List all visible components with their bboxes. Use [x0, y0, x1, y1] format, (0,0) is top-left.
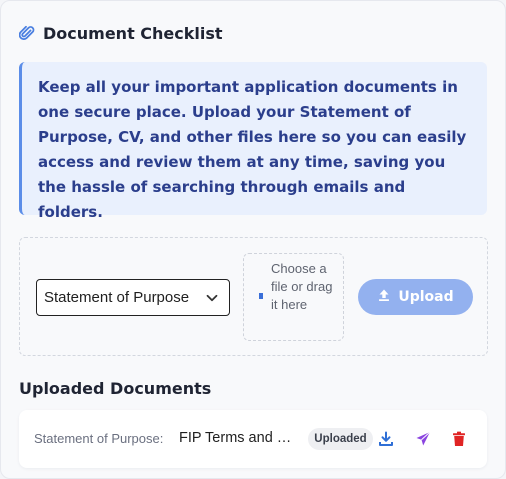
document-file-name[interactable]: FIP Terms and Conditions: [179, 430, 301, 446]
upload-button[interactable]: Upload: [358, 279, 473, 315]
panel-header: Document Checklist: [19, 21, 223, 45]
upload-button-label: Upload: [398, 289, 454, 305]
chevron-down-icon: [205, 291, 219, 305]
send-icon[interactable]: [414, 430, 432, 448]
document-type-label: Statement of Purpose:: [34, 431, 164, 446]
list-item: Statement of Purpose: FIP Terms and Cond…: [19, 410, 487, 468]
trash-icon[interactable]: [450, 430, 468, 448]
info-text: Keep all your important application docu…: [38, 78, 467, 221]
upload-area: Statement of Purpose Choose a file or dr…: [19, 237, 488, 356]
uploaded-documents-title: Uploaded Documents: [19, 379, 212, 398]
upload-icon: [377, 288, 391, 307]
document-type-value: Statement of Purpose: [44, 289, 190, 306]
status-badge: Uploaded: [308, 428, 373, 450]
page-title: Document Checklist: [43, 23, 223, 43]
document-checklist-panel: Document Checklist Keep all your importa…: [0, 0, 506, 479]
dropzone-text: Choose a file or drag it here: [271, 261, 333, 312]
info-callout: Keep all your important application docu…: [19, 62, 487, 221]
download-icon[interactable]: [377, 430, 395, 448]
paperclip-icon: [19, 24, 35, 42]
file-input-marker: [259, 293, 263, 299]
document-type-select[interactable]: Statement of Purpose: [36, 279, 230, 316]
file-dropzone[interactable]: Choose a file or drag it here: [243, 253, 344, 341]
